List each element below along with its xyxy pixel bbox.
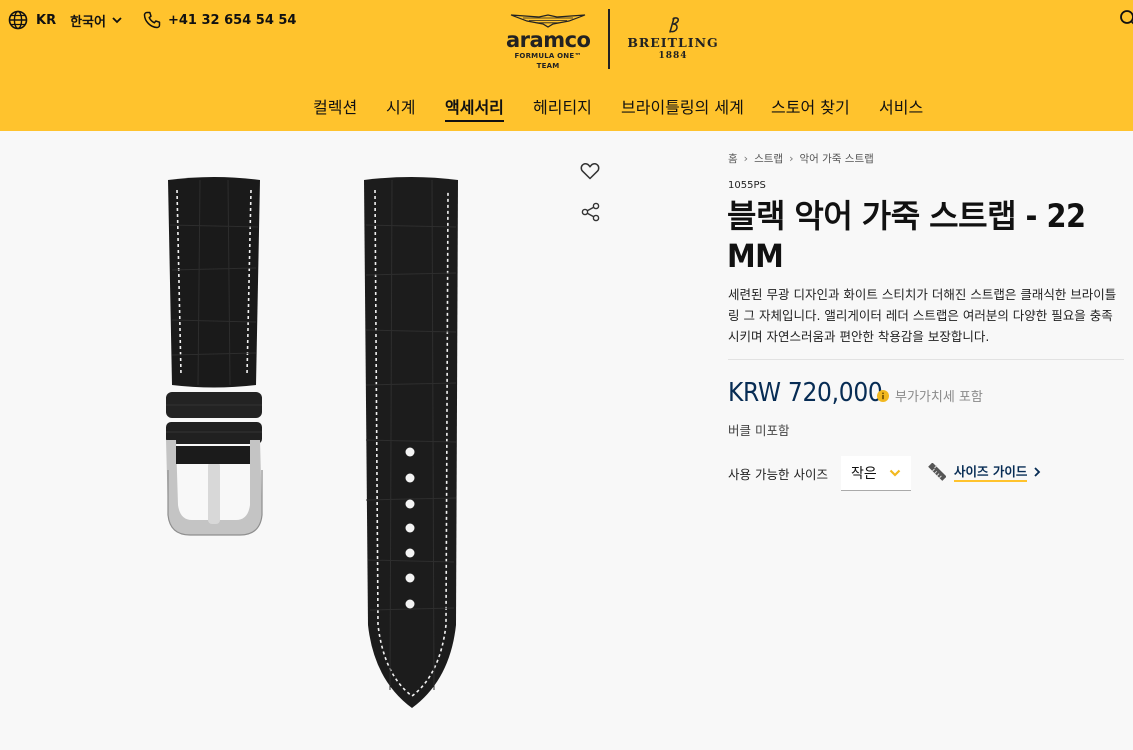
size-select-value: 작은 [851, 466, 877, 482]
product-image-strap [166, 177, 458, 708]
breadcrumb-alligator-straps[interactable]: 악어 가죽 스트랩 [799, 151, 873, 166]
nav-item-services[interactable]: 서비스 [879, 96, 923, 120]
heart-icon[interactable] [580, 162, 600, 180]
size-label: 사용 가능한 사이즈 [728, 467, 828, 482]
phone-icon [143, 11, 161, 29]
nav-item-store-locator[interactable]: 스토어 찾기 [771, 96, 850, 120]
main-nav: 컬렉션 시계 액세서리 헤리티지 브라이틀링의 세계 스토어 찾기 서비스 [0, 96, 1133, 124]
vat-note: 부가가치세 포함 [895, 390, 983, 405]
breitling-logo[interactable]: BREITLING 1884 [627, 16, 719, 66]
globe-icon[interactable] [8, 10, 28, 30]
nav-item-world-of-breitling[interactable]: 브라이틀링의 세계 [621, 96, 744, 120]
phone-number[interactable]: +41 32 654 54 54 [168, 13, 297, 28]
aston-martin-wings-logo [510, 14, 586, 28]
nav-item-collections[interactable]: 컬렉션 [313, 96, 357, 120]
chevron-right-icon: › [789, 152, 794, 165]
chevron-down-icon [889, 469, 901, 477]
f1-team-text: FORMULA ONE™ TEAM [514, 52, 582, 70]
product-title: 블랙 악어 가죽 스트랩 - 22 MM [727, 197, 1086, 275]
product-description: 세련된 무광 디자인과 화이트 스티치가 더해진 스트랩은 클래식한 브라이틀링… [728, 287, 1117, 344]
breadcrumb-home[interactable]: 홈 [728, 151, 738, 166]
breitling-year: 1884 [658, 51, 688, 61]
logo-divider [608, 9, 610, 69]
nav-item-heritage[interactable]: 헤리티지 [533, 96, 592, 120]
site-header: KR 한국어 +41 32 654 54 54 aramco FORMULA O… [0, 0, 1133, 131]
search-icon[interactable] [1119, 9, 1133, 29]
product-sku: 1055PS [728, 180, 766, 191]
breitling-wordmark: BREITLING [627, 35, 719, 50]
breadcrumb-straps[interactable]: 스트랩 [754, 151, 783, 166]
buckle-note: 버클 미포함 [728, 423, 790, 438]
size-guide-link[interactable]: 사이즈 가이드 [954, 464, 1028, 482]
nav-item-watches[interactable]: 시계 [386, 96, 415, 120]
chevron-right-icon[interactable] [1032, 466, 1042, 478]
aramco-wordmark: aramco [506, 28, 591, 52]
product-price: KRW 720,000 [728, 378, 883, 408]
share-icon[interactable] [581, 202, 600, 222]
divider [728, 359, 1124, 360]
topbar-left: KR 한국어 +41 32 654 54 54 [8, 10, 296, 30]
chevron-down-icon[interactable] [111, 14, 123, 26]
nav-item-accessories[interactable]: 액세서리 [445, 96, 504, 122]
chevron-right-icon: › [743, 152, 749, 165]
country-code[interactable]: KR [36, 13, 56, 28]
breitling-b-icon [669, 17, 679, 33]
info-icon[interactable] [877, 390, 889, 402]
aston-martin-aramco-logo[interactable]: aramco FORMULA ONE™ TEAM [506, 12, 591, 70]
ruler-icon [928, 463, 946, 481]
breadcrumb: 홈 › 스트랩 › 악어 가죽 스트랩 [728, 151, 874, 166]
size-select[interactable]: 작은 [841, 456, 911, 491]
language-selector[interactable]: 한국어 [70, 11, 106, 30]
